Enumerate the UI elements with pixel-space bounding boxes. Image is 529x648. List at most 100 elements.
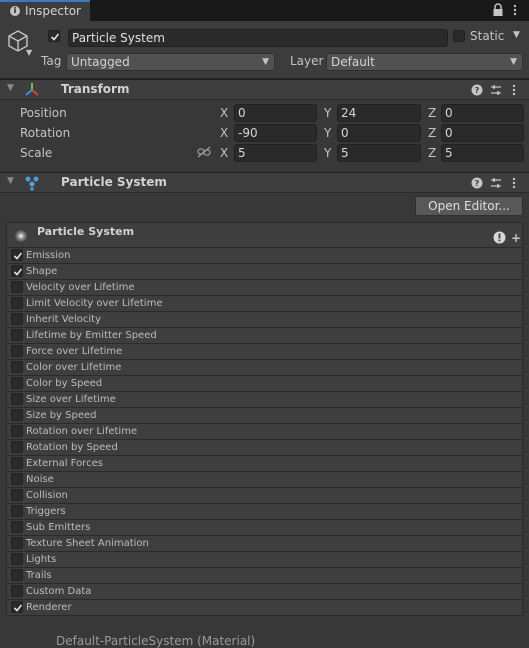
module-row[interactable]: Inherit Velocity (6, 312, 523, 328)
position-x-field[interactable]: 0 (234, 104, 317, 122)
object-name-field[interactable]: Particle System (68, 29, 448, 47)
module-row[interactable]: Collision (6, 488, 523, 504)
module-label: Velocity over Lifetime (26, 282, 135, 293)
module-checkbox[interactable] (11, 505, 23, 517)
scale-x-field[interactable]: 5 (234, 144, 317, 162)
module-row[interactable]: Emission (6, 248, 523, 264)
module-checkbox[interactable] (11, 569, 23, 581)
icon-dropdown-arrow-icon[interactable]: ▼ (26, 48, 32, 57)
module-row[interactable]: External Forces (6, 456, 523, 472)
component-menu-icon[interactable] (511, 177, 517, 189)
position-z-label[interactable]: Z (428, 106, 436, 120)
help-icon[interactable]: ? (471, 177, 483, 189)
layer-value: Default (331, 55, 375, 69)
scale-y-field[interactable]: 5 (337, 144, 421, 162)
rotation-z-field[interactable]: 0 (441, 124, 524, 142)
module-checkbox[interactable] (11, 361, 23, 373)
position-y-field[interactable]: 24 (337, 104, 421, 122)
warning-icon[interactable] (493, 231, 506, 244)
tag-dropdown[interactable]: Untagged ▼ (66, 53, 275, 71)
module-checkbox[interactable] (11, 265, 23, 277)
module-label: Lights (26, 554, 57, 565)
module-checkbox[interactable] (11, 329, 23, 341)
module-row[interactable]: Trails (6, 568, 523, 584)
module-checkbox[interactable] (11, 425, 23, 437)
particle-preview-icon (14, 229, 28, 243)
module-checkbox[interactable] (11, 409, 23, 421)
rotation-y-label[interactable]: Y (324, 126, 331, 140)
scale-y-label[interactable]: Y (324, 146, 331, 160)
module-checkbox[interactable] (11, 281, 23, 293)
module-checkbox[interactable] (11, 537, 23, 549)
module-checkbox[interactable] (11, 393, 23, 405)
module-checkbox[interactable] (11, 585, 23, 597)
module-row[interactable]: Rotation by Speed (6, 440, 523, 456)
kebab-menu-icon[interactable] (512, 4, 518, 16)
module-checkbox[interactable] (11, 489, 23, 501)
module-row[interactable]: Color over Lifetime (6, 360, 523, 376)
add-module-plus-icon[interactable]: + (511, 232, 521, 244)
module-checkbox[interactable] (11, 313, 23, 325)
module-row[interactable]: Texture Sheet Animation (6, 536, 523, 552)
module-checkbox[interactable] (11, 249, 23, 261)
scale-z-field[interactable]: 5 (441, 144, 524, 162)
position-x-label[interactable]: X (220, 106, 228, 120)
foldout-arrow-icon[interactable]: ▼ (7, 83, 14, 93)
rotation-x-field[interactable]: -90 (234, 124, 317, 142)
constrain-proportions-link-icon[interactable] (197, 146, 211, 158)
module-row[interactable]: Velocity over Lifetime (6, 280, 523, 296)
foldout-arrow-icon[interactable]: ▼ (7, 176, 14, 186)
scale-label: Scale (20, 146, 53, 160)
presets-icon[interactable] (490, 84, 502, 96)
module-checkbox[interactable] (11, 457, 23, 469)
module-row[interactable]: Shape (6, 264, 523, 280)
module-checkbox[interactable] (11, 601, 23, 613)
particle-system-header[interactable]: ▼ Particle System ? (0, 172, 529, 193)
rotation-x-label[interactable]: X (220, 126, 228, 140)
module-row[interactable]: Color by Speed (6, 376, 523, 392)
module-checkbox[interactable] (11, 297, 23, 309)
module-row[interactable]: Renderer (6, 600, 523, 616)
tab-inspector-label: Inspector (25, 4, 81, 18)
scale-x-label[interactable]: X (220, 146, 228, 160)
module-label: Color over Lifetime (26, 362, 122, 373)
help-icon[interactable]: ? (471, 84, 483, 96)
position-z-field[interactable]: 0 (441, 104, 524, 122)
position-y-label[interactable]: Y (324, 106, 331, 120)
module-row[interactable]: Limit Velocity over Lifetime (6, 296, 523, 312)
module-checkbox[interactable] (11, 521, 23, 533)
module-checkbox[interactable] (11, 345, 23, 357)
module-row[interactable]: Lights (6, 552, 523, 568)
module-row[interactable]: Size by Speed (6, 408, 523, 424)
module-row[interactable]: Triggers (6, 504, 523, 520)
module-checkbox[interactable] (11, 377, 23, 389)
module-label: External Forces (26, 458, 103, 469)
module-checkbox[interactable] (11, 473, 23, 485)
module-checkbox[interactable] (11, 441, 23, 453)
module-label: Shape (26, 266, 58, 277)
static-dropdown-arrow-icon[interactable]: ▼ (513, 30, 520, 40)
scale-z-label[interactable]: Z (428, 146, 436, 160)
module-row[interactable]: Sub Emitters (6, 520, 523, 536)
lock-icon[interactable] (492, 3, 504, 17)
rotation-y-field[interactable]: 0 (337, 124, 421, 142)
material-preview-label[interactable]: Default-ParticleSystem (Material) (56, 634, 255, 648)
module-checkbox[interactable] (11, 553, 23, 565)
rotation-z-label[interactable]: Z (428, 126, 436, 140)
tab-inspector[interactable]: i Inspector (0, 0, 90, 21)
presets-icon[interactable] (490, 177, 502, 189)
transform-header[interactable]: ▼ Transform ? (0, 79, 529, 100)
module-label: Custom Data (26, 586, 92, 597)
static-checkbox[interactable] (453, 30, 465, 42)
module-row[interactable]: Custom Data (6, 584, 523, 600)
module-row[interactable]: Size over Lifetime (6, 392, 523, 408)
active-checkbox[interactable] (48, 30, 60, 42)
module-row[interactable]: Noise (6, 472, 523, 488)
main-module-header[interactable]: Particle System + (6, 222, 523, 248)
module-row[interactable]: Force over Lifetime (6, 344, 523, 360)
layer-dropdown[interactable]: Default ▼ (326, 53, 523, 71)
module-row[interactable]: Rotation over Lifetime (6, 424, 523, 440)
open-editor-button[interactable]: Open Editor... (415, 196, 523, 216)
component-menu-icon[interactable] (511, 84, 517, 96)
module-row[interactable]: Lifetime by Emitter Speed (6, 328, 523, 344)
